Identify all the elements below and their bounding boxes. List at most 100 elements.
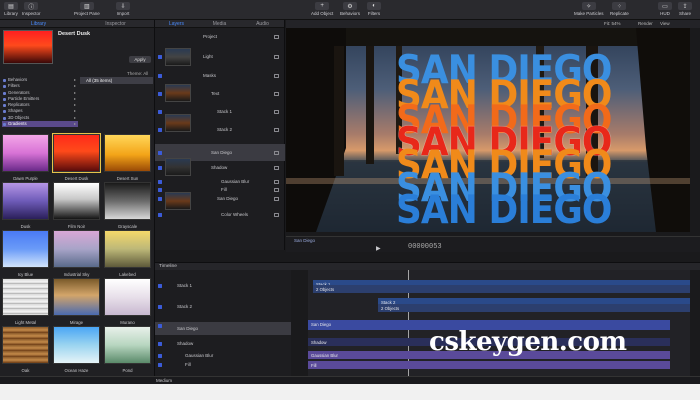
layer-visibility-checkbox[interactable] <box>158 342 162 346</box>
gradient-swatch[interactable]: Desert Sun <box>104 134 151 181</box>
layer-visibility-checkbox[interactable] <box>158 305 162 309</box>
layer-row[interactable]: Masks <box>155 72 285 80</box>
all-items-entry[interactable]: All (35 items) <box>80 77 153 84</box>
play-icon[interactable]: ▶ <box>376 245 381 252</box>
canvas-viewer[interactable]: SAN DIEGO SAN DIEGO SAN DIEGO SAN DIEGO SAN … <box>286 28 690 232</box>
layer-visibility-checkbox[interactable] <box>158 110 162 114</box>
apply-button[interactable]: Apply <box>129 56 151 63</box>
hud-button[interactable]: ▭ HUD <box>658 2 672 16</box>
gradient-swatch[interactable]: Oak <box>2 326 49 373</box>
gradient-swatch[interactable]: Film Noir <box>53 182 100 229</box>
layer-name: San Diego <box>217 196 239 201</box>
page-margin <box>0 384 700 400</box>
replicate-button[interactable]: ⁘ Replicate <box>610 2 629 16</box>
layer-visibility-checkbox[interactable] <box>158 324 162 328</box>
swatch-preview <box>53 278 100 316</box>
swatch-preview <box>104 182 151 220</box>
import-button[interactable]: ⇩ Import <box>116 2 130 16</box>
library-button[interactable]: ▤ Library <box>4 2 18 16</box>
category-item[interactable]: Gradients ▸ <box>2 121 78 128</box>
layer-row[interactable]: Project <box>155 33 285 41</box>
gradient-swatch[interactable]: Grayscale <box>104 182 151 229</box>
timeline-layer-row[interactable]: Stack 2 <box>155 303 291 311</box>
timeline-bar[interactable]: Fill <box>308 361 670 369</box>
lock-icon[interactable] <box>274 213 279 217</box>
add-object-button[interactable]: + Add Object <box>311 2 333 16</box>
canvas-toolbar: Fit: 54% Render View <box>286 20 700 28</box>
gradient-swatch[interactable]: Desert Dusk <box>52 133 101 181</box>
layer-name: Stack 1 <box>177 283 193 288</box>
layer-visibility-checkbox[interactable] <box>158 188 162 192</box>
gradient-swatch[interactable]: Dusk <box>2 182 49 229</box>
timeline-layer-row[interactable]: Shadow <box>155 340 291 348</box>
filters-button[interactable]: ◐ Filters <box>367 2 381 16</box>
layer-visibility-checkbox[interactable] <box>158 197 162 201</box>
layer-visibility-checkbox[interactable] <box>158 166 162 170</box>
tab-inspector[interactable]: Inspector <box>77 20 154 27</box>
make-particles-button[interactable]: ✧ Make Particles <box>574 2 604 16</box>
tab-audio[interactable]: Audio <box>241 20 284 27</box>
timeline-layer-row[interactable]: Fill <box>155 361 291 369</box>
timecode-display[interactable]: 00000053 <box>408 243 442 251</box>
view-menu[interactable]: View <box>660 21 670 26</box>
gradient-swatch[interactable]: Industrial Sky <box>53 230 100 277</box>
share-button[interactable]: ⇪ Share <box>678 2 692 16</box>
lock-icon[interactable] <box>274 74 279 78</box>
tab-layers[interactable]: Layers <box>155 20 198 27</box>
swatch-label: Film Noir <box>67 224 86 229</box>
thumbnail-size[interactable]: Medium <box>156 378 172 383</box>
gradient-swatch[interactable]: Icy Blue <box>2 230 49 277</box>
layer-visibility-checkbox[interactable] <box>158 180 162 184</box>
gradient-swatch[interactable]: Lakebed <box>104 230 151 277</box>
lock-icon[interactable] <box>274 188 279 192</box>
theme-selector[interactable]: Theme: All <box>127 71 148 76</box>
layer-visibility-checkbox[interactable] <box>158 363 162 367</box>
timeline-layer-row[interactable]: Stack 1 <box>155 282 291 290</box>
lock-icon[interactable] <box>274 197 279 201</box>
library-icon: ▤ <box>4 2 18 10</box>
render-menu[interactable]: Render <box>638 21 653 26</box>
layer-visibility-checkbox[interactable] <box>158 128 162 132</box>
gradient-swatch[interactable]: Mirage <box>53 278 100 325</box>
lock-icon[interactable] <box>274 166 279 170</box>
lock-icon[interactable] <box>274 92 279 96</box>
inspector-button[interactable]: ⓘ Inspector <box>22 2 41 16</box>
layer-visibility-checkbox[interactable] <box>158 74 162 78</box>
layer-visibility-checkbox[interactable] <box>158 284 162 288</box>
gradient-swatch[interactable]: Murano <box>104 278 151 325</box>
layer-visibility-checkbox[interactable] <box>158 92 162 96</box>
swatch-preview <box>104 326 151 364</box>
chevron-right-icon: ▸ <box>73 121 76 127</box>
lock-icon[interactable] <box>274 110 279 114</box>
tab-media[interactable]: Media <box>198 20 241 27</box>
layer-name: San Diego <box>177 326 199 331</box>
swatch-preview <box>2 326 49 364</box>
behaviors-button[interactable]: ⚙ Behaviors <box>340 2 360 16</box>
timeline-tracks[interactable]: Stack 12 ObjectsStack 22 ObjectsSan Dieg… <box>308 270 690 376</box>
gradient-swatch[interactable]: Ocean Haze <box>53 326 100 373</box>
project-pane-button[interactable]: ▥ Project Pane <box>74 2 100 16</box>
timeline-bar[interactable]: 2 Objects <box>313 285 690 293</box>
gradient-swatch[interactable]: Dawn Purple <box>2 134 49 181</box>
timeline-layer-row[interactable]: San Diego <box>155 322 291 335</box>
lock-icon[interactable] <box>274 180 279 184</box>
lock-icon[interactable] <box>274 150 279 155</box>
layer-visibility-checkbox[interactable] <box>158 150 162 155</box>
timeline-title: Timeline <box>159 264 177 269</box>
tab-library[interactable]: Library <box>0 20 77 27</box>
timeline-layer-row[interactable]: Gaussian Blur <box>155 352 291 360</box>
lock-icon[interactable] <box>274 55 279 59</box>
gradient-swatch[interactable]: Light Metal <box>2 278 49 325</box>
hud-icon: ▭ <box>658 2 672 10</box>
layer-row[interactable]: Color Wheels <box>155 211 285 219</box>
layer-visibility-checkbox[interactable] <box>158 55 162 59</box>
replicate-icon: ⁘ <box>612 2 627 10</box>
gradient-swatch[interactable]: Pond <box>104 326 151 373</box>
layer-visibility-checkbox[interactable] <box>158 213 162 217</box>
zoom-level[interactable]: Fit: 54% <box>604 21 621 26</box>
timeline-bar[interactable]: 2 Objects <box>378 304 690 312</box>
lock-icon[interactable] <box>274 35 279 39</box>
layer-visibility-checkbox[interactable] <box>158 354 162 358</box>
lock-icon[interactable] <box>274 128 279 132</box>
layer-row[interactable]: Gaussian Blur <box>155 178 285 186</box>
